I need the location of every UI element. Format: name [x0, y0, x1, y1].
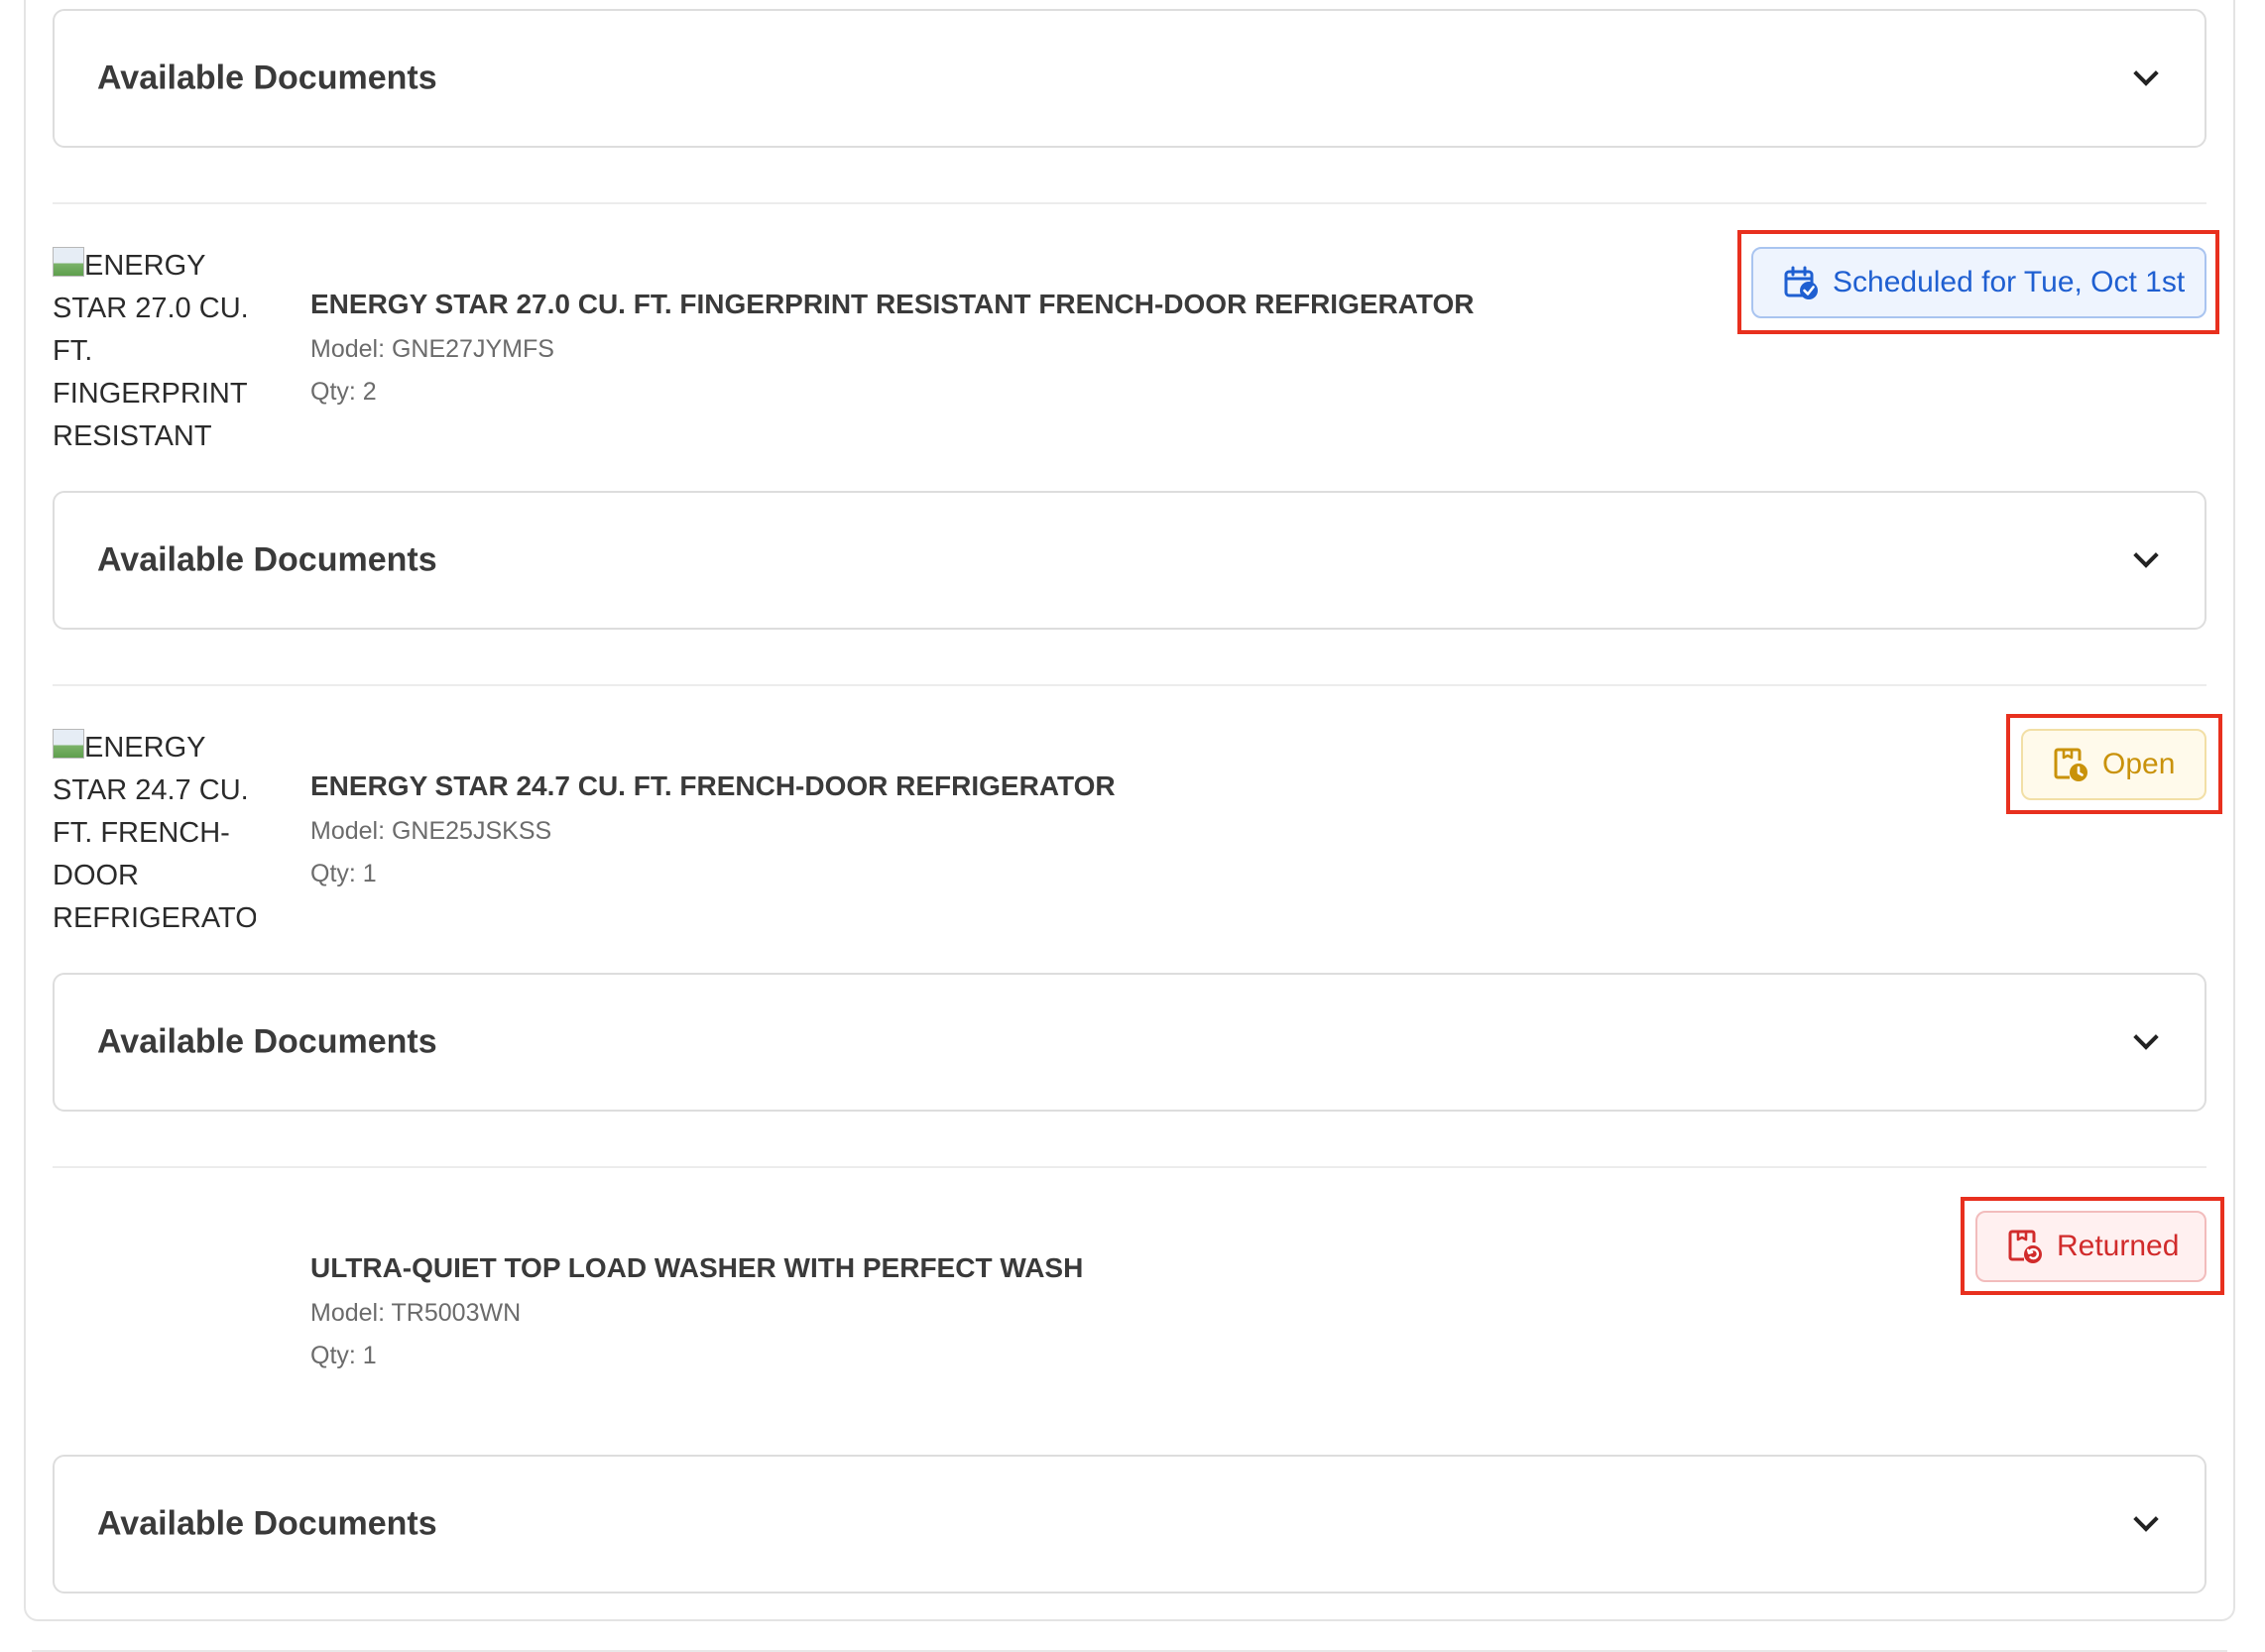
available-documents-title: Available Documents	[97, 1504, 437, 1543]
product-model: Model: GNE25JSKSS	[310, 817, 552, 845]
order-items-card	[24, 0, 2235, 1621]
available-documents-title: Available Documents	[97, 540, 437, 579]
available-documents-title: Available Documents	[97, 1022, 437, 1061]
product-name: ULTRA-QUIET TOP LOAD WASHER WITH PERFECT…	[310, 1252, 1084, 1283]
product-model: Model: TR5003WN	[310, 1299, 522, 1327]
product-qty: Qty: 2	[310, 378, 377, 406]
image-alt-text: REFRIGERATOR	[53, 902, 256, 934]
chevron-down-icon[interactable]	[2133, 1024, 2159, 1050]
chevron-down-icon[interactable]	[2133, 60, 2159, 86]
product-image: ENERGY STAR 24.7 CU. FT. FRENCH- DOOR RE…	[53, 727, 256, 940]
package-clock-icon	[2054, 748, 2087, 781]
status-label: Returned	[2057, 1230, 2180, 1262]
product-name: ENERGY STAR 24.7 CU. FT. FRENCH-DOOR REF…	[310, 770, 1116, 801]
image-alt-text: STAR 27.0 CU.	[53, 293, 249, 324]
image-alt-text: ENERGY	[84, 250, 206, 282]
available-documents-accordion[interactable]: Available Documents	[53, 9, 2206, 148]
item-divider	[53, 1166, 2206, 1168]
item-divider	[53, 684, 2206, 686]
image-alt-text: FT.	[53, 335, 93, 367]
available-documents-title: Available Documents	[97, 59, 437, 97]
status-label: Open	[2102, 748, 2176, 780]
product-model: Model: GNE27JYMFS	[310, 335, 554, 363]
available-documents-accordion[interactable]: Available Documents	[53, 1455, 2206, 1593]
product-image: ENERGY STAR 27.0 CU. FT. FINGERPRINT RES…	[53, 245, 256, 458]
status-badge-scheduled[interactable]: Scheduled for Tue, Oct 1st	[1751, 247, 2206, 318]
product-qty: Qty: 1	[310, 1342, 377, 1369]
available-documents-accordion[interactable]: Available Documents	[53, 491, 2206, 630]
image-alt-text: ENERGY	[84, 732, 206, 764]
image-alt-text: DOOR	[53, 860, 139, 891]
chevron-down-icon[interactable]	[2133, 542, 2159, 568]
status-label: Scheduled for Tue, Oct 1st	[1833, 266, 2186, 298]
product-qty: Qty: 1	[310, 860, 377, 887]
product-name: ENERGY STAR 27.0 CU. FT. FINGERPRINT RES…	[310, 289, 1475, 319]
chevron-down-icon[interactable]	[2133, 1506, 2159, 1532]
calendar-check-icon	[1784, 266, 1818, 299]
status-badge-open[interactable]: Open	[2021, 729, 2206, 800]
available-documents-accordion[interactable]: Available Documents	[53, 973, 2206, 1112]
image-alt-text: FINGERPRINT	[53, 378, 248, 410]
broken-image-icon	[53, 247, 84, 277]
status-badge-returned[interactable]: Returned	[1975, 1211, 2206, 1282]
image-alt-text: FT. FRENCH-	[53, 817, 230, 849]
image-alt-text: STAR 24.7 CU.	[53, 774, 249, 806]
item-divider	[53, 202, 2206, 204]
package-return-icon	[2008, 1230, 2042, 1263]
image-alt-text: RESISTANT	[53, 420, 212, 452]
broken-image-icon	[53, 729, 84, 759]
